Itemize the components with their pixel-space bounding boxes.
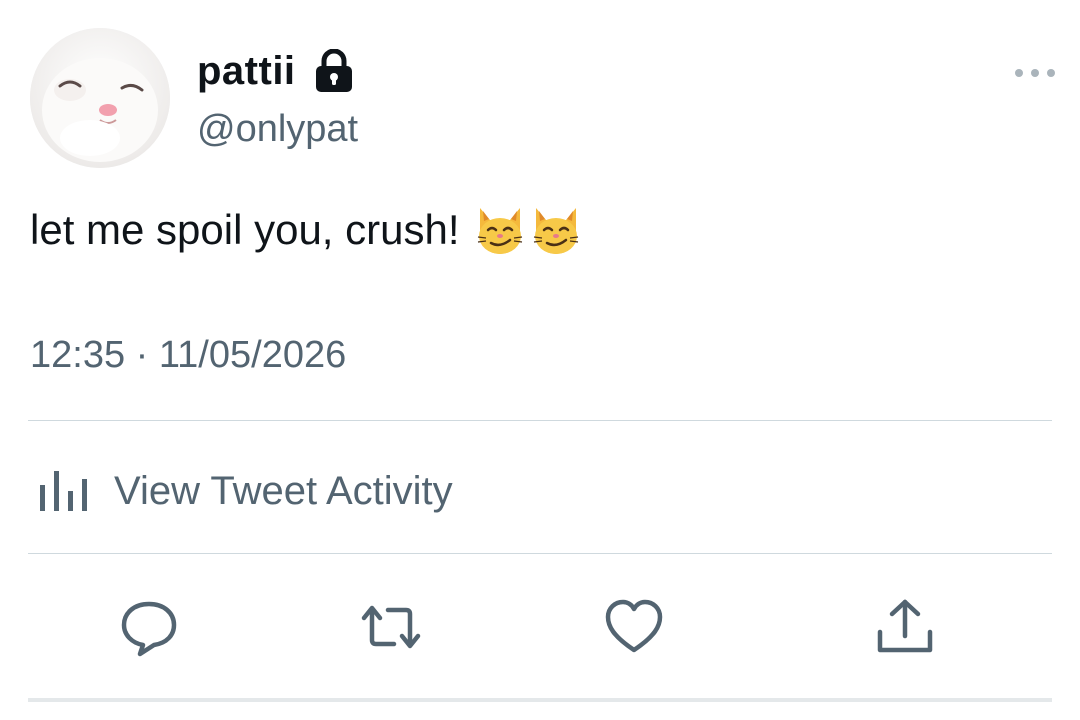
smirking-cat-emoji-icon xyxy=(477,208,522,254)
divider xyxy=(28,420,1052,421)
share-icon[interactable] xyxy=(874,596,936,658)
reply-icon[interactable] xyxy=(118,596,180,658)
bar-chart-icon xyxy=(40,471,87,511)
display-name[interactable]: pattii xyxy=(197,49,296,94)
heart-icon[interactable] xyxy=(603,596,665,658)
tweet-text-row: let me spoil you, crush! xyxy=(30,204,586,256)
view-tweet-activity-label: View Tweet Activity xyxy=(114,468,453,513)
cat-avatar-icon xyxy=(30,28,170,168)
emoji-group xyxy=(474,204,586,256)
avatar[interactable] xyxy=(30,28,170,168)
divider xyxy=(28,553,1052,554)
view-tweet-activity-button[interactable]: View Tweet Activity xyxy=(36,464,453,518)
bottom-divider xyxy=(28,698,1052,702)
more-options-icon[interactable] xyxy=(1010,62,1060,84)
lock-icon xyxy=(314,48,354,93)
display-name-row: pattii xyxy=(197,46,354,96)
tweet-container: pattii @onlypat let me spoil you, crush! xyxy=(0,0,1080,720)
retweet-icon[interactable] xyxy=(360,596,422,658)
user-handle[interactable]: @onlypat xyxy=(197,108,358,151)
tweet-timestamp[interactable]: 12:35 · 11/05/2026 xyxy=(30,334,346,377)
smirking-cat-emoji-icon xyxy=(533,208,578,254)
tweet-text: let me spoil you, crush! xyxy=(30,206,460,253)
